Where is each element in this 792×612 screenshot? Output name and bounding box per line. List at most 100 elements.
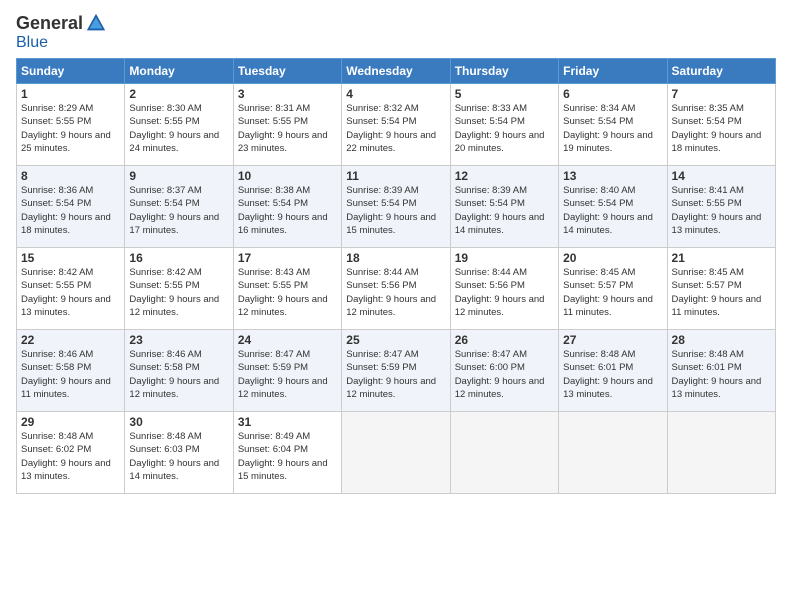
daylight-label: Daylight: 9 hours and 12 minutes.	[129, 376, 219, 400]
sunset-label: Sunset: 5:56 PM	[455, 280, 525, 291]
sunset-label: Sunset: 5:54 PM	[346, 198, 416, 209]
sunrise-label: Sunrise: 8:35 AM	[672, 103, 744, 114]
sunrise-label: Sunrise: 8:48 AM	[563, 349, 635, 360]
sunrise-label: Sunrise: 8:39 AM	[455, 185, 527, 196]
sunrise-label: Sunrise: 8:48 AM	[21, 431, 93, 442]
daylight-label: Daylight: 9 hours and 11 minutes.	[21, 376, 111, 400]
calendar-cell: 5 Sunrise: 8:33 AM Sunset: 5:54 PM Dayli…	[450, 84, 558, 166]
calendar-week-3: 15 Sunrise: 8:42 AM Sunset: 5:55 PM Dayl…	[17, 248, 776, 330]
daylight-label: Daylight: 9 hours and 12 minutes.	[455, 376, 545, 400]
day-info: Sunrise: 8:42 AM Sunset: 5:55 PM Dayligh…	[129, 266, 228, 319]
sunrise-label: Sunrise: 8:49 AM	[238, 431, 310, 442]
sunrise-label: Sunrise: 8:46 AM	[21, 349, 93, 360]
sunset-label: Sunset: 5:55 PM	[672, 198, 742, 209]
sunset-label: Sunset: 5:59 PM	[238, 362, 308, 373]
day-number: 1	[21, 87, 120, 101]
calendar-cell: 11 Sunrise: 8:39 AM Sunset: 5:54 PM Dayl…	[342, 166, 450, 248]
day-number: 15	[21, 251, 120, 265]
calendar-cell: 3 Sunrise: 8:31 AM Sunset: 5:55 PM Dayli…	[233, 84, 341, 166]
calendar-cell	[559, 412, 667, 494]
calendar-cell: 28 Sunrise: 8:48 AM Sunset: 6:01 PM Dayl…	[667, 330, 775, 412]
sunset-label: Sunset: 5:55 PM	[238, 280, 308, 291]
daylight-label: Daylight: 9 hours and 18 minutes.	[672, 130, 762, 154]
weekday-header-sunday: Sunday	[17, 59, 125, 84]
sunrise-label: Sunrise: 8:48 AM	[129, 431, 201, 442]
weekday-header-thursday: Thursday	[450, 59, 558, 84]
day-number: 11	[346, 169, 445, 183]
sunrise-label: Sunrise: 8:32 AM	[346, 103, 418, 114]
day-number: 12	[455, 169, 554, 183]
day-info: Sunrise: 8:43 AM Sunset: 5:55 PM Dayligh…	[238, 266, 337, 319]
calendar-cell: 9 Sunrise: 8:37 AM Sunset: 5:54 PM Dayli…	[125, 166, 233, 248]
calendar-cell: 30 Sunrise: 8:48 AM Sunset: 6:03 PM Dayl…	[125, 412, 233, 494]
day-info: Sunrise: 8:46 AM Sunset: 5:58 PM Dayligh…	[21, 348, 120, 401]
sunset-label: Sunset: 5:55 PM	[129, 116, 199, 127]
daylight-label: Daylight: 9 hours and 19 minutes.	[563, 130, 653, 154]
day-number: 20	[563, 251, 662, 265]
daylight-label: Daylight: 9 hours and 17 minutes.	[129, 212, 219, 236]
calendar-cell: 29 Sunrise: 8:48 AM Sunset: 6:02 PM Dayl…	[17, 412, 125, 494]
daylight-label: Daylight: 9 hours and 13 minutes.	[563, 376, 653, 400]
sunrise-label: Sunrise: 8:42 AM	[21, 267, 93, 278]
day-number: 13	[563, 169, 662, 183]
sunset-label: Sunset: 5:54 PM	[238, 198, 308, 209]
sunrise-label: Sunrise: 8:48 AM	[672, 349, 744, 360]
weekday-header-friday: Friday	[559, 59, 667, 84]
header: General Blue	[16, 12, 776, 52]
daylight-label: Daylight: 9 hours and 15 minutes.	[346, 212, 436, 236]
sunset-label: Sunset: 5:55 PM	[21, 280, 91, 291]
day-number: 29	[21, 415, 120, 429]
day-info: Sunrise: 8:36 AM Sunset: 5:54 PM Dayligh…	[21, 184, 120, 237]
sunset-label: Sunset: 5:54 PM	[21, 198, 91, 209]
sunrise-label: Sunrise: 8:39 AM	[346, 185, 418, 196]
calendar-cell: 6 Sunrise: 8:34 AM Sunset: 5:54 PM Dayli…	[559, 84, 667, 166]
day-info: Sunrise: 8:39 AM Sunset: 5:54 PM Dayligh…	[455, 184, 554, 237]
daylight-label: Daylight: 9 hours and 12 minutes.	[346, 294, 436, 318]
calendar-cell: 4 Sunrise: 8:32 AM Sunset: 5:54 PM Dayli…	[342, 84, 450, 166]
daylight-label: Daylight: 9 hours and 15 minutes.	[238, 458, 328, 482]
day-info: Sunrise: 8:38 AM Sunset: 5:54 PM Dayligh…	[238, 184, 337, 237]
weekday-header-wednesday: Wednesday	[342, 59, 450, 84]
logo-general-text: General	[16, 13, 83, 34]
sunrise-label: Sunrise: 8:47 AM	[238, 349, 310, 360]
calendar-week-1: 1 Sunrise: 8:29 AM Sunset: 5:55 PM Dayli…	[17, 84, 776, 166]
calendar-cell: 15 Sunrise: 8:42 AM Sunset: 5:55 PM Dayl…	[17, 248, 125, 330]
sunrise-label: Sunrise: 8:45 AM	[672, 267, 744, 278]
sunset-label: Sunset: 5:59 PM	[346, 362, 416, 373]
daylight-label: Daylight: 9 hours and 22 minutes.	[346, 130, 436, 154]
day-number: 17	[238, 251, 337, 265]
calendar-cell: 10 Sunrise: 8:38 AM Sunset: 5:54 PM Dayl…	[233, 166, 341, 248]
day-number: 6	[563, 87, 662, 101]
sunset-label: Sunset: 5:57 PM	[563, 280, 633, 291]
daylight-label: Daylight: 9 hours and 24 minutes.	[129, 130, 219, 154]
daylight-label: Daylight: 9 hours and 11 minutes.	[563, 294, 653, 318]
day-info: Sunrise: 8:48 AM Sunset: 6:01 PM Dayligh…	[563, 348, 662, 401]
calendar-cell: 23 Sunrise: 8:46 AM Sunset: 5:58 PM Dayl…	[125, 330, 233, 412]
day-info: Sunrise: 8:44 AM Sunset: 5:56 PM Dayligh…	[455, 266, 554, 319]
day-info: Sunrise: 8:48 AM Sunset: 6:02 PM Dayligh…	[21, 430, 120, 483]
sunset-label: Sunset: 5:54 PM	[129, 198, 199, 209]
day-number: 4	[346, 87, 445, 101]
daylight-label: Daylight: 9 hours and 14 minutes.	[563, 212, 653, 236]
logo-icon	[85, 12, 107, 34]
sunrise-label: Sunrise: 8:42 AM	[129, 267, 201, 278]
day-info: Sunrise: 8:39 AM Sunset: 5:54 PM Dayligh…	[346, 184, 445, 237]
sunrise-label: Sunrise: 8:38 AM	[238, 185, 310, 196]
calendar-cell: 21 Sunrise: 8:45 AM Sunset: 5:57 PM Dayl…	[667, 248, 775, 330]
calendar-cell	[450, 412, 558, 494]
day-number: 26	[455, 333, 554, 347]
sunset-label: Sunset: 5:55 PM	[238, 116, 308, 127]
calendar-cell: 26 Sunrise: 8:47 AM Sunset: 6:00 PM Dayl…	[450, 330, 558, 412]
day-info: Sunrise: 8:47 AM Sunset: 5:59 PM Dayligh…	[346, 348, 445, 401]
daylight-label: Daylight: 9 hours and 14 minutes.	[129, 458, 219, 482]
weekday-header-tuesday: Tuesday	[233, 59, 341, 84]
sunset-label: Sunset: 6:00 PM	[455, 362, 525, 373]
sunset-label: Sunset: 5:58 PM	[21, 362, 91, 373]
sunset-label: Sunset: 5:58 PM	[129, 362, 199, 373]
day-info: Sunrise: 8:42 AM Sunset: 5:55 PM Dayligh…	[21, 266, 120, 319]
day-number: 23	[129, 333, 228, 347]
weekday-header-row: SundayMondayTuesdayWednesdayThursdayFrid…	[17, 59, 776, 84]
calendar-cell: 25 Sunrise: 8:47 AM Sunset: 5:59 PM Dayl…	[342, 330, 450, 412]
sunset-label: Sunset: 5:54 PM	[563, 198, 633, 209]
sunrise-label: Sunrise: 8:36 AM	[21, 185, 93, 196]
